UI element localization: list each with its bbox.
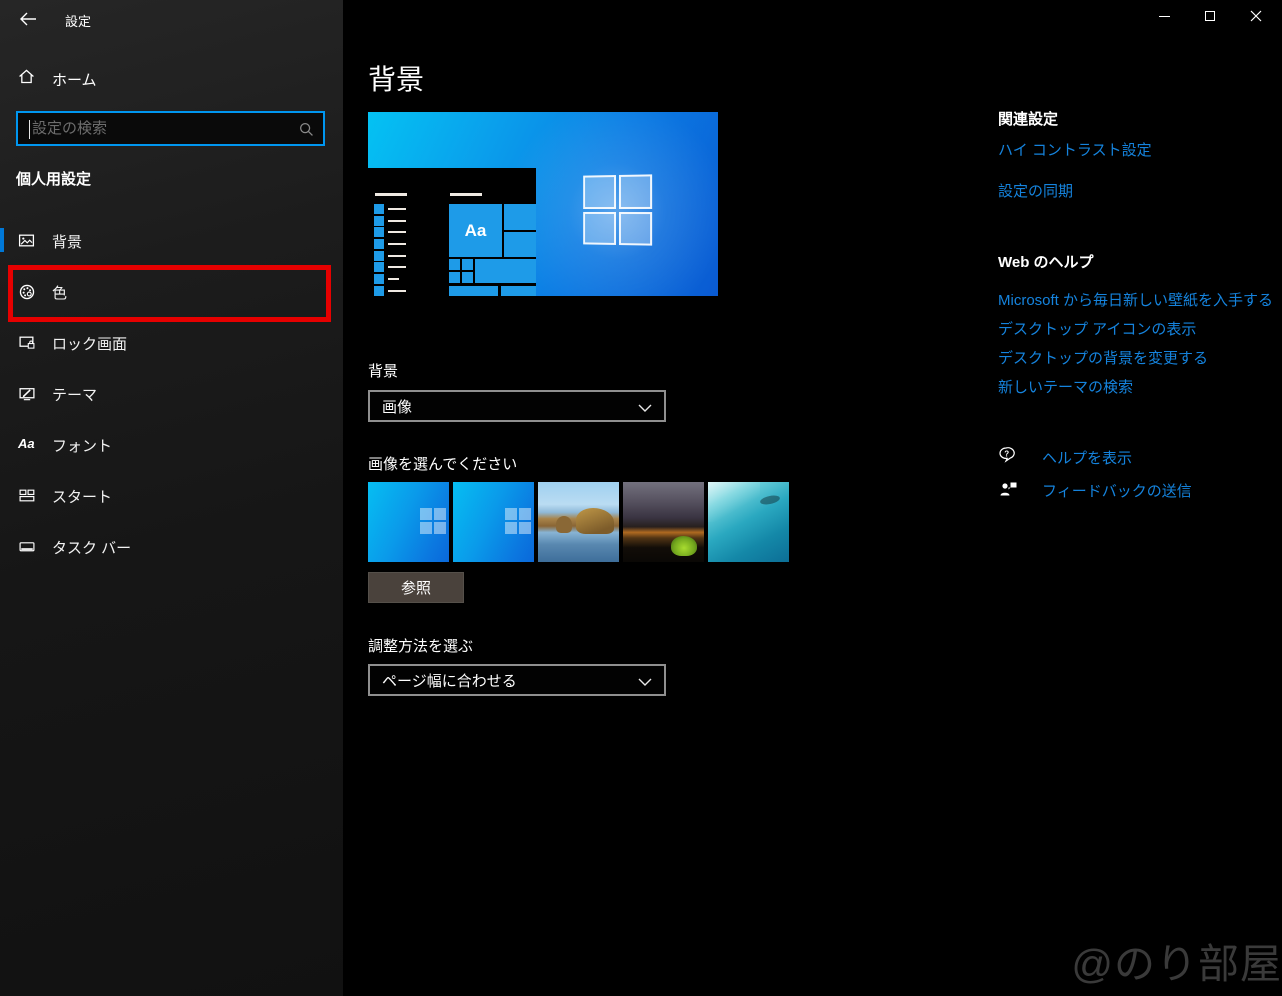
sidebar-item-label: テーマ <box>52 384 97 405</box>
page-title: 背景 <box>368 58 424 98</box>
font-icon: Aa <box>18 436 35 451</box>
background-type-label: 背景 <box>368 360 398 381</box>
close-icon <box>1250 10 1262 22</box>
link-daily-wallpaper[interactable]: Microsoft から毎日新しい壁紙を入手する <box>998 289 1273 310</box>
sidebar: 設定 ホーム 個人用設定 背景 色 <box>0 0 343 996</box>
sidebar-item-start[interactable]: スタート <box>0 473 343 517</box>
window-title: 設定 <box>65 11 91 30</box>
chevron-down-icon <box>638 404 652 412</box>
background-type-select[interactable]: 画像 <box>368 390 666 422</box>
choose-picture-label: 画像を選んでください <box>368 453 517 474</box>
lock-screen-icon <box>18 334 36 351</box>
search-input[interactable] <box>18 120 323 137</box>
thumbnail-night-sky-tent[interactable] <box>623 482 704 562</box>
theme-icon <box>18 385 36 402</box>
windows-logo-icon <box>583 174 652 245</box>
picture-icon <box>18 232 35 249</box>
send-feedback-label: フィードバックの送信 <box>1042 480 1192 501</box>
picture-thumbnails <box>368 482 789 562</box>
windows-logo-icon <box>420 508 446 534</box>
back-arrow-icon <box>19 11 37 27</box>
thumbnail-underwater[interactable] <box>708 482 789 562</box>
selected-indicator <box>0 228 4 252</box>
sidebar-item-colors[interactable]: 色 <box>0 269 343 313</box>
close-button[interactable] <box>1233 0 1279 32</box>
minimize-icon <box>1159 16 1170 17</box>
link-sync-settings[interactable]: 設定の同期 <box>998 180 1073 201</box>
watermark-text: @のり部屋 <box>1071 930 1282 990</box>
sidebar-item-label: 色 <box>52 282 67 303</box>
select-value: 画像 <box>382 396 412 417</box>
link-find-new-themes[interactable]: 新しいテーマの検索 <box>998 376 1133 397</box>
palette-icon <box>18 283 36 301</box>
sidebar-item-label: ホーム <box>52 69 97 90</box>
web-help-header: Web のヘルプ <box>998 251 1094 272</box>
sidebar-item-themes[interactable]: テーマ <box>0 371 343 415</box>
maximize-icon <box>1205 11 1215 21</box>
thumbnail-windows-default-2[interactable] <box>453 482 534 562</box>
thumbnail-windows-default[interactable] <box>368 482 449 562</box>
sidebar-item-home[interactable]: ホーム <box>0 64 343 94</box>
help-bubble-icon: ? <box>998 446 1020 466</box>
start-tiles-icon <box>18 487 36 504</box>
minimize-button[interactable] <box>1141 0 1187 32</box>
select-value: ページ幅に合わせる <box>382 670 517 691</box>
svg-text:?: ? <box>1004 449 1009 458</box>
maximize-button[interactable] <box>1187 0 1233 32</box>
text-caret <box>29 120 30 139</box>
window-controls <box>1141 0 1279 32</box>
search-icon[interactable] <box>298 121 315 138</box>
windows-logo-icon <box>505 508 531 534</box>
sidebar-item-lock-screen[interactable]: ロック画面 <box>0 320 343 364</box>
settings-search-box <box>16 111 325 146</box>
browse-button[interactable]: 参照 <box>368 572 464 603</box>
sidebar-item-label: 背景 <box>52 231 82 252</box>
fit-select[interactable]: ページ幅に合わせる <box>368 664 666 696</box>
sidebar-section-header: 個人用設定 <box>16 168 91 189</box>
settings-window: 設定 ホーム 個人用設定 背景 色 <box>0 0 1282 996</box>
background-preview: Aa <box>368 112 718 296</box>
sidebar-item-fonts[interactable]: Aa フォント <box>0 422 343 466</box>
get-help-label: ヘルプを表示 <box>1042 447 1132 468</box>
fit-label: 調整方法を選ぶ <box>368 635 473 656</box>
start-menu-preview: Aa <box>368 168 536 296</box>
link-high-contrast[interactable]: ハイ コントラスト設定 <box>998 139 1152 160</box>
sidebar-item-label: スタート <box>52 486 112 507</box>
related-settings-header: 関連設定 <box>998 108 1058 129</box>
thumbnail-beach-rocks[interactable] <box>538 482 619 562</box>
sidebar-item-label: タスク バー <box>52 537 131 558</box>
sidebar-item-label: フォント <box>52 435 112 456</box>
back-button[interactable] <box>14 6 42 32</box>
preview-tile-aa: Aa <box>449 204 502 257</box>
taskbar-icon <box>18 538 36 555</box>
sidebar-item-background[interactable]: 背景 <box>0 218 343 262</box>
sidebar-item-label: ロック画面 <box>52 333 127 354</box>
link-change-desktop-background[interactable]: デスクトップの背景を変更する <box>998 347 1208 368</box>
link-show-desktop-icons[interactable]: デスクトップ アイコンの表示 <box>998 318 1196 339</box>
feedback-person-icon <box>998 479 1020 499</box>
chevron-down-icon <box>638 678 652 686</box>
home-icon <box>18 68 35 85</box>
sidebar-item-taskbar[interactable]: タスク バー <box>0 524 343 568</box>
